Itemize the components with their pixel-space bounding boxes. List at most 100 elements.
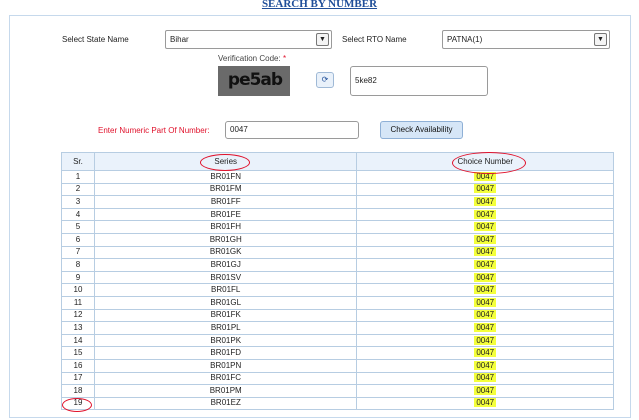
cell-choice-number: 0047 (356, 384, 614, 398)
header-choice-number: Choice Number (356, 152, 614, 171)
cell-sr: 13 (61, 321, 95, 335)
cell-sr: 11 (61, 295, 95, 310)
cell-sr: 2 (61, 182, 95, 197)
cell-sr: 10 (61, 283, 95, 297)
cell-sr: 1 (61, 170, 95, 184)
required-mark: * (282, 54, 287, 63)
cell-choice-number: 0047 (356, 195, 614, 209)
cell-sr: 15 (61, 346, 95, 360)
cell-series-text: BR01PN (210, 360, 242, 370)
cell-sr: 3 (61, 195, 95, 209)
table-row: 17 BR01FC 0047 (61, 371, 614, 386)
table-row: 19 BR01EZ 0047 (61, 396, 614, 411)
state-select[interactable]: Bihar ▼ (165, 30, 332, 49)
captcha-text: pe5ab (227, 70, 283, 90)
cell-choice-number-text: 0047 (474, 171, 497, 181)
verification-label-text: Verification Code: (218, 54, 281, 63)
cell-sr-text: 19 (73, 398, 83, 408)
cell-sr-text: 18 (73, 385, 83, 395)
cell-choice-number-text: 0047 (474, 398, 497, 408)
cell-sr: 14 (61, 333, 95, 348)
cell-choice-number: 0047 (356, 232, 614, 247)
cell-sr: 12 (61, 308, 95, 323)
cell-series: BR01FH (93, 220, 358, 234)
table-row: 4 BR01FE 0047 (61, 207, 614, 222)
captcha-image: pe5ab (218, 66, 290, 96)
cell-choice-number: 0047 (356, 182, 614, 197)
cell-series: BR01GL (93, 295, 358, 310)
table-row: 6 BR01GH 0047 (61, 232, 614, 247)
cell-series: BR01FK (93, 308, 358, 323)
cell-choice-number-text: 0047 (474, 335, 497, 345)
cell-sr-text: 15 (73, 348, 83, 358)
cell-series: BR01PM (93, 384, 358, 398)
table-row: 1 BR01FN 0047 (61, 170, 614, 184)
cell-sr-text: 9 (75, 272, 81, 282)
cell-choice-number: 0047 (356, 371, 614, 386)
table-row: 11 BR01GL 0047 (61, 295, 614, 310)
cell-choice-number: 0047 (356, 396, 614, 411)
cell-choice-number-text: 0047 (474, 234, 497, 244)
cell-series: BR01GK (93, 245, 358, 260)
cell-series: BR01EZ (93, 396, 358, 411)
cell-sr-text: 10 (73, 285, 83, 295)
cell-choice-number: 0047 (356, 258, 614, 272)
cell-series: BR01GH (93, 232, 358, 247)
cell-series: BR01FE (93, 207, 358, 222)
cell-choice-number: 0047 (356, 220, 614, 234)
cell-series-text: BR01EZ (210, 398, 241, 408)
chevron-down-icon[interactable]: ▼ (316, 33, 329, 46)
cell-sr-text: 6 (75, 234, 81, 244)
chevron-down-icon[interactable]: ▼ (594, 33, 607, 46)
rto-label: Select RTO Name (342, 35, 407, 44)
table-row: 12 BR01FK 0047 (61, 308, 614, 323)
refresh-captcha-icon[interactable]: ⟳ (316, 72, 334, 88)
cell-series: BR01PL (93, 321, 358, 335)
cell-series-text: BR01GL (210, 297, 242, 307)
cell-series-text: BR01PK (210, 335, 242, 345)
header-series: Series (93, 152, 358, 171)
cell-series-text: BR01GK (209, 247, 242, 257)
cell-choice-number-text: 0047 (474, 373, 497, 383)
cell-series: BR01GJ (93, 258, 358, 272)
cell-choice-number-text: 0047 (474, 285, 497, 295)
cell-series-text: BR01GH (209, 234, 242, 244)
state-select-value: Bihar (170, 35, 189, 44)
cell-sr-text: 12 (73, 310, 83, 320)
number-input[interactable]: 0047 (225, 121, 359, 139)
cell-sr-text: 16 (73, 360, 83, 370)
cell-choice-number: 0047 (356, 333, 614, 348)
cell-sr-text: 7 (75, 247, 81, 257)
table-row: 2 BR01FM 0047 (61, 182, 614, 197)
cell-sr-text: 2 (75, 184, 81, 194)
cell-sr-text: 3 (75, 196, 81, 206)
cell-sr: 6 (61, 232, 95, 247)
cell-series: BR01FM (93, 182, 358, 197)
cell-choice-number-text: 0047 (474, 209, 497, 219)
cell-sr-text: 8 (75, 259, 81, 269)
cell-series: BR01FL (93, 283, 358, 297)
cell-choice-number-text: 0047 (474, 247, 497, 257)
cell-choice-number: 0047 (356, 170, 614, 184)
cell-series-text: BR01PM (209, 385, 242, 395)
page-title: SEARCH BY NUMBER (261, 0, 378, 10)
rto-select[interactable]: PATNA(1) ▼ (442, 30, 610, 49)
header-sr: Sr. (61, 152, 95, 171)
verification-label: Verification Code: * (218, 54, 286, 63)
cell-series-text: BR01FK (210, 310, 241, 320)
cell-sr-text: 13 (73, 322, 83, 332)
check-availability-button[interactable]: Check Availability (380, 121, 463, 139)
cell-choice-number: 0047 (356, 358, 614, 373)
cell-series: BR01SV (93, 270, 358, 285)
table-row: 18 BR01PM 0047 (61, 384, 614, 398)
cell-sr: 17 (61, 371, 95, 386)
cell-series: BR01PK (93, 333, 358, 348)
cell-series-text: BR01FC (210, 373, 242, 383)
cell-choice-number: 0047 (356, 308, 614, 323)
captcha-input[interactable]: 5ke82 (350, 66, 488, 96)
cell-sr: 16 (61, 358, 95, 373)
cell-choice-number-text: 0047 (474, 310, 497, 320)
cell-choice-number-text: 0047 (474, 222, 497, 232)
cell-series: BR01FC (93, 371, 358, 386)
rto-select-value: PATNA(1) (447, 35, 483, 44)
